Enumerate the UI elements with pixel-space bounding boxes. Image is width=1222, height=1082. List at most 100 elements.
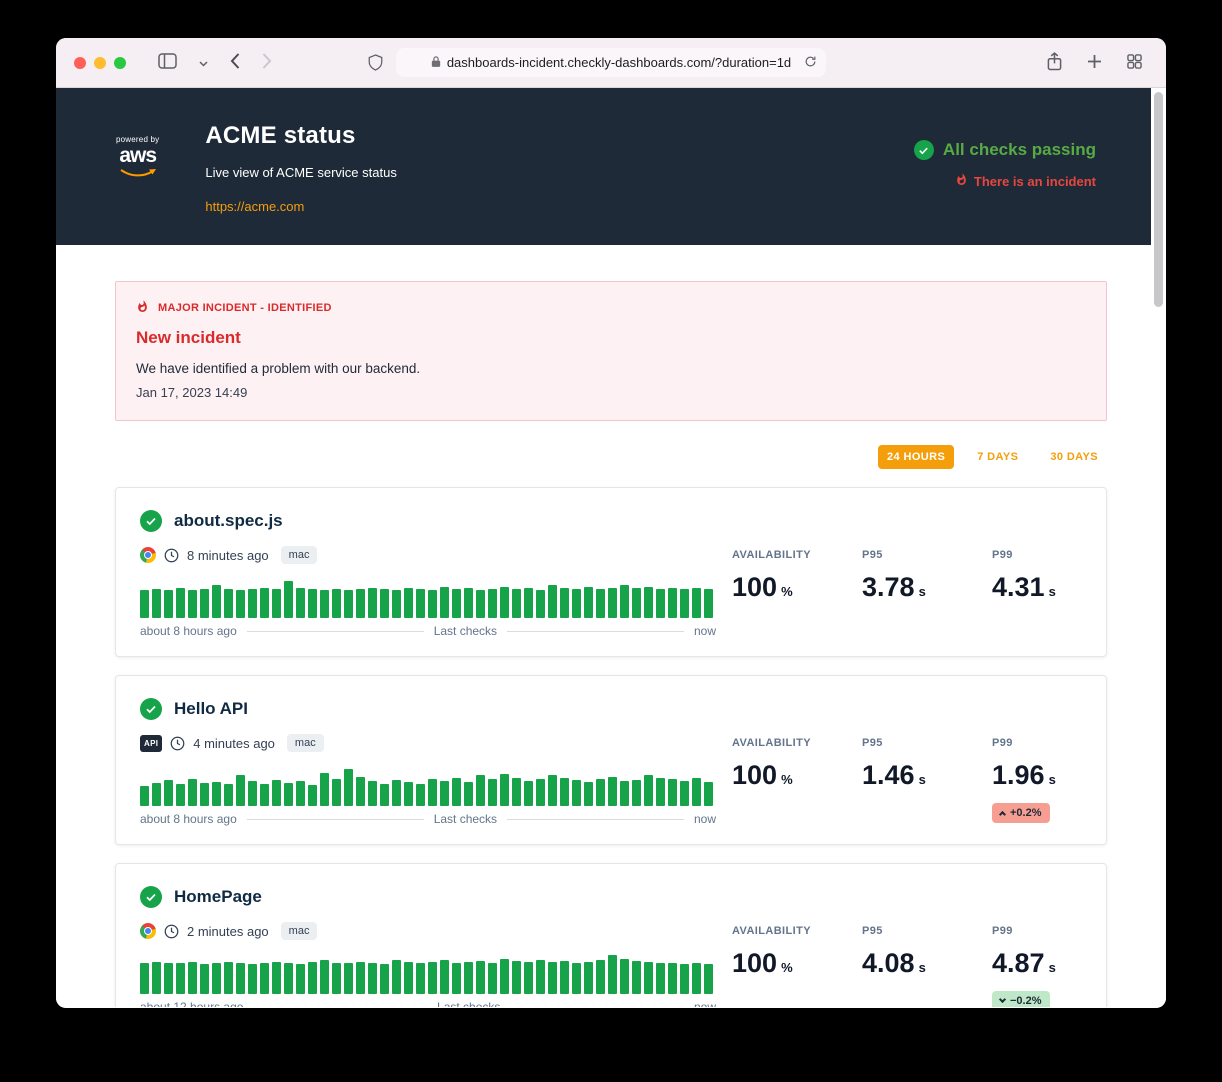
aws-logo-text: aws	[116, 145, 159, 166]
trend-chevron-icon	[999, 810, 1006, 817]
new-tab-button[interactable]	[1082, 51, 1107, 75]
result-bar	[392, 590, 401, 618]
trend-badge: +0.2%	[992, 803, 1050, 823]
chevron-right-icon	[262, 53, 272, 72]
browser-toolbar: dashboards-incident.checkly-dashboards.c…	[56, 38, 1166, 88]
result-bar	[236, 590, 245, 618]
result-bar	[548, 775, 557, 806]
result-bar	[260, 588, 269, 618]
duration-tab[interactable]: 7 DAYS	[968, 445, 1027, 469]
availability-value: 100	[732, 572, 777, 602]
result-bar	[188, 590, 197, 618]
result-bar	[284, 581, 293, 618]
tab-group-menu-button[interactable]	[193, 51, 214, 74]
availability-label: AVAILABILITY	[732, 549, 818, 561]
url-text: dashboards-incident.checkly-dashboards.c…	[447, 55, 791, 70]
result-bar	[296, 964, 305, 994]
result-bar	[692, 588, 701, 618]
check-results-chart[interactable]	[140, 954, 716, 994]
p95-value: 1.46	[862, 760, 915, 790]
p99-value: 4.87	[992, 948, 1045, 978]
site-link[interactable]: https://acme.com	[205, 199, 396, 214]
duration-tabs: 24 HOURS 7 DAYS 30 DAYS	[115, 445, 1107, 469]
scrollbar-thumb[interactable]	[1154, 92, 1163, 307]
result-bar	[548, 962, 557, 994]
result-bar	[176, 963, 185, 994]
result-bar	[548, 585, 557, 618]
axis-end-label: now	[694, 812, 716, 826]
result-bar	[428, 962, 437, 994]
result-bar	[284, 963, 293, 994]
incident-message: We have identified a problem with our ba…	[136, 361, 1086, 376]
flame-icon	[136, 299, 149, 317]
page-title: ACME status	[205, 122, 396, 150]
availability-value: 100	[732, 760, 777, 790]
result-bar	[656, 963, 665, 994]
availability-unit: %	[781, 960, 793, 975]
result-bar	[560, 778, 569, 806]
result-bar	[140, 963, 149, 994]
metric-p99: P99 4.31s	[992, 549, 1078, 603]
result-bar	[668, 588, 677, 618]
check-card: HomePage 2 minutes ago mac about 12 hour…	[115, 863, 1107, 1007]
back-button[interactable]	[224, 49, 246, 76]
p95-unit: s	[919, 584, 926, 599]
result-bar	[620, 781, 629, 806]
result-bar	[620, 585, 629, 618]
metric-p95: P95 4.08s	[862, 925, 948, 979]
result-bar	[524, 588, 533, 618]
location-badge: mac	[281, 546, 318, 564]
result-bar	[560, 961, 569, 994]
result-bar	[164, 963, 173, 994]
result-bar	[224, 784, 233, 806]
result-bar	[476, 590, 485, 618]
result-bar	[140, 786, 149, 806]
result-bar	[500, 587, 509, 618]
address-bar[interactable]: dashboards-incident.checkly-dashboards.c…	[396, 48, 826, 77]
result-bar	[308, 962, 317, 994]
incident-timestamp: Jan 17, 2023 14:49	[136, 385, 1086, 400]
metric-availability: AVAILABILITY 100%	[732, 925, 818, 979]
result-bar	[440, 960, 449, 994]
result-bar	[464, 962, 473, 994]
result-bar	[416, 963, 425, 994]
lock-icon	[431, 55, 441, 71]
clock-icon	[164, 924, 179, 939]
privacy-shield-icon[interactable]	[368, 54, 383, 74]
minimize-window-button[interactable]	[94, 57, 106, 69]
check-results-chart[interactable]	[140, 766, 716, 806]
duration-tab[interactable]: 30 DAYS	[1041, 445, 1107, 469]
result-bar	[608, 588, 617, 618]
availability-unit: %	[781, 772, 793, 787]
main-content: MAJOR INCIDENT - IDENTIFIED New incident…	[115, 281, 1107, 1007]
result-bar	[176, 784, 185, 806]
duration-tab[interactable]: 24 HOURS	[878, 445, 954, 469]
result-bar	[428, 590, 437, 618]
sidebar-toggle-button[interactable]	[152, 49, 183, 76]
result-bar	[380, 964, 389, 994]
share-button[interactable]	[1041, 48, 1068, 78]
axis-line	[253, 1007, 427, 1008]
forward-button[interactable]	[256, 49, 278, 76]
result-bar	[536, 960, 545, 994]
result-bar	[212, 585, 221, 618]
incident-severity-label: MAJOR INCIDENT - IDENTIFIED	[158, 302, 332, 314]
close-window-button[interactable]	[74, 57, 86, 69]
result-bar	[140, 590, 149, 618]
result-bar	[320, 590, 329, 618]
tab-overview-button[interactable]	[1121, 50, 1148, 76]
reload-button[interactable]	[804, 55, 817, 71]
result-bar	[440, 587, 449, 618]
check-passing-icon	[140, 886, 162, 908]
result-bar	[164, 590, 173, 618]
result-bar	[224, 962, 233, 994]
p99-label: P99	[992, 737, 1078, 749]
check-passing-icon	[140, 510, 162, 532]
result-bar	[320, 773, 329, 806]
result-bar	[416, 589, 425, 618]
result-bar	[200, 589, 209, 618]
result-bar	[416, 784, 425, 806]
check-results-chart[interactable]	[140, 578, 716, 618]
zoom-window-button[interactable]	[114, 57, 126, 69]
incident-link[interactable]: There is an incident	[914, 172, 1096, 190]
